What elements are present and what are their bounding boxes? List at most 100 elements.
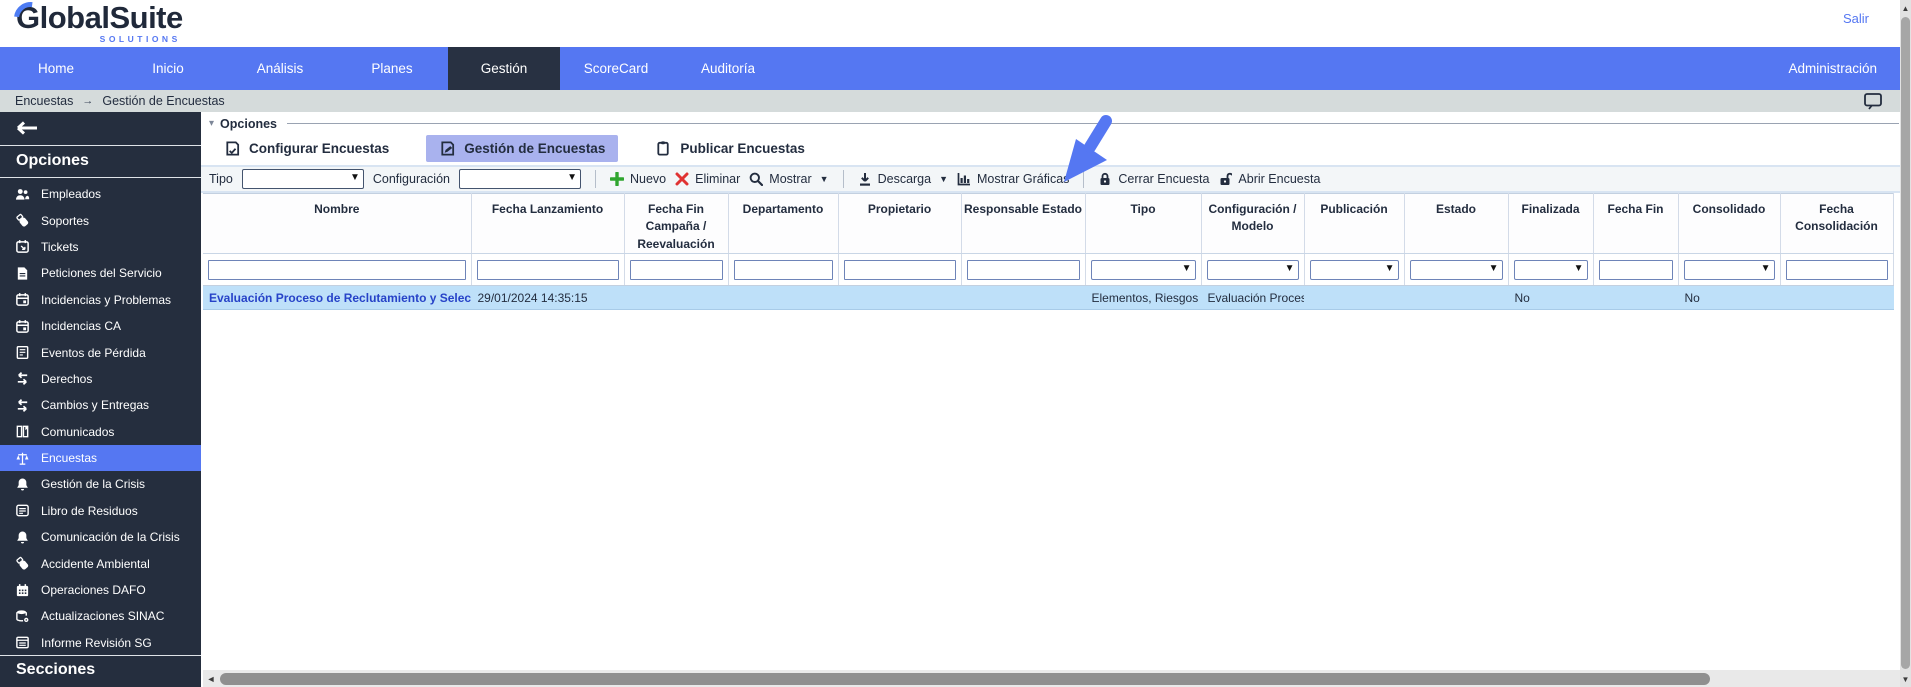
horizontal-scrollbar[interactable]: ◄ ► bbox=[203, 670, 1911, 687]
sidebar-item-comunicacion-de-la-crisis[interactable]: Comunicación de la Crisis bbox=[0, 524, 201, 550]
sidebar-item-derechos[interactable]: Derechos bbox=[0, 366, 201, 392]
tab-configurar-encuestas[interactable]: Configurar Encuestas bbox=[211, 135, 402, 162]
bell-icon bbox=[15, 477, 30, 492]
sidebar-item-actualizaciones-sinac[interactable]: Actualizaciones SINAC bbox=[0, 603, 201, 629]
button-label: Eliminar bbox=[695, 172, 741, 186]
sidebar-item-accidente-ambiental[interactable]: Accidente Ambiental bbox=[0, 550, 201, 576]
comment-help-icon[interactable] bbox=[1864, 92, 1883, 110]
sidebar-sections-title[interactable]: Secciones bbox=[0, 655, 201, 687]
filter-select-estado[interactable] bbox=[1409, 259, 1503, 280]
document-icon bbox=[15, 266, 30, 281]
filter-input-fecha-fin-campana-reevaluacion[interactable] bbox=[629, 259, 723, 280]
descarga-button[interactable]: Descarga ▼ bbox=[858, 172, 948, 186]
scroll-down-icon[interactable]: ▼ bbox=[1900, 671, 1911, 687]
filter-cell bbox=[624, 253, 729, 287]
vertical-scrollbar-thumb[interactable] bbox=[1901, 17, 1910, 669]
abrir-encuesta-button[interactable]: Abrir Encuesta bbox=[1218, 172, 1320, 186]
configuracion-select[interactable] bbox=[459, 169, 581, 189]
button-label: Mostrar bbox=[769, 172, 812, 186]
filter-select-configuracion-modelo[interactable] bbox=[1206, 259, 1299, 280]
sidebar-item-informe-revision-sg[interactable]: Informe Revisión SG bbox=[0, 630, 201, 655]
filter-select-finalizada[interactable] bbox=[1513, 259, 1588, 280]
nav-item-administracion[interactable]: Administración bbox=[1768, 47, 1903, 90]
column-header-finalizada[interactable]: Finalizada bbox=[1508, 192, 1594, 255]
nav-item-home[interactable]: Home bbox=[0, 47, 112, 90]
column-header-consolidado[interactable]: Consolidado bbox=[1678, 192, 1781, 255]
mostrar-button[interactable]: Mostrar ▼ bbox=[749, 172, 829, 186]
column-header-fecha-lanzamiento[interactable]: Fecha Lanzamiento bbox=[471, 192, 625, 255]
cerrar-encuesta-button[interactable]: Cerrar Encuesta bbox=[1098, 172, 1209, 186]
sidebar-item-operaciones-dafo[interactable]: Operaciones DAFO bbox=[0, 577, 201, 603]
nav-item-auditoria[interactable]: Auditoría bbox=[672, 47, 784, 90]
filter-input-propietario[interactable] bbox=[843, 259, 956, 280]
table-header-row: Nombre Fecha Lanzamiento Fecha Fin Campaña… bbox=[203, 192, 1894, 255]
options-section-label: Opciones bbox=[220, 116, 277, 131]
tab-publicar-encuestas[interactable]: Publicar Encuestas bbox=[642, 135, 818, 162]
scroll-left-icon[interactable]: ◄ bbox=[203, 670, 219, 687]
sidebar-item-label: Empleados bbox=[41, 187, 102, 202]
top-bar: GlobalSuite SOLUTIONS Salir bbox=[0, 0, 1911, 47]
button-label: Nuevo bbox=[630, 172, 667, 186]
sidebar-item-peticiones-del-servicio[interactable]: Peticiones del Servicio bbox=[0, 260, 201, 286]
sidebar-item-libro-de-residuos[interactable]: Libro de Residuos bbox=[0, 498, 201, 524]
column-header-publicacion[interactable]: Publicación bbox=[1304, 192, 1405, 255]
sidebar-item-empleados[interactable]: Empleados bbox=[0, 181, 201, 207]
filter-input-nombre[interactable] bbox=[208, 259, 466, 280]
column-header-fecha-fin[interactable]: Fecha Fin bbox=[1593, 192, 1679, 255]
sidebar-item-gestion-de-la-crisis[interactable]: Gestión de la Crisis bbox=[0, 471, 201, 497]
tab-gestion-de-encuestas[interactable]: Gestión de Encuestas bbox=[426, 135, 619, 162]
column-header-fecha-fin-campana-reevaluacion[interactable]: Fecha Fin Campaña / Reevaluación bbox=[624, 192, 729, 255]
sidebar-item-label: Incidencias CA bbox=[41, 319, 122, 334]
cell-nombre[interactable]: Evaluación Proceso de Reclutamiento y Se… bbox=[203, 285, 472, 311]
sidebar: Opciones Empleados Soportes Tickets Peticio… bbox=[0, 112, 201, 687]
sidebar-item-comunicados[interactable]: Comunicados bbox=[0, 419, 201, 445]
collapse-triangle-icon[interactable]: ▾ bbox=[209, 118, 214, 129]
logout-link[interactable]: Salir bbox=[1843, 11, 1869, 26]
horizontal-scrollbar-thumb[interactable] bbox=[220, 672, 1710, 685]
nav-item-gestion[interactable]: Gestión bbox=[448, 47, 560, 90]
nav-item-inicio[interactable]: Inicio bbox=[112, 47, 224, 90]
eliminar-button[interactable]: Eliminar bbox=[675, 172, 740, 186]
lock-closed-icon bbox=[1098, 172, 1112, 186]
column-header-responsable-estado[interactable]: Responsable Estado bbox=[961, 192, 1086, 255]
sidebar-item-encuestas[interactable]: Encuestas bbox=[0, 444, 201, 472]
filter-select-consolidado[interactable] bbox=[1683, 259, 1775, 280]
nuevo-button[interactable]: Nuevo bbox=[610, 172, 666, 186]
sidebar-item-tickets[interactable]: Tickets bbox=[0, 234, 201, 260]
nav-item-scorecard[interactable]: ScoreCard bbox=[560, 47, 672, 90]
scales-icon bbox=[15, 451, 30, 466]
filter-input-fecha-consolidacion[interactable] bbox=[1785, 259, 1888, 280]
sidebar-item-incidencias-ca[interactable]: Incidencias CA bbox=[0, 313, 201, 339]
plus-icon bbox=[610, 172, 624, 186]
nav-item-planes[interactable]: Planes bbox=[336, 47, 448, 90]
filter-input-departamento[interactable] bbox=[733, 259, 833, 280]
tipo-select[interactable] bbox=[241, 169, 364, 189]
sidebar-item-incidencias-y-problemas[interactable]: Incidencias y Problemas bbox=[0, 287, 201, 313]
filter-input-fecha-fin[interactable] bbox=[1598, 259, 1673, 280]
mostrar-graficas-button[interactable]: Mostrar Gráficas bbox=[957, 172, 1069, 186]
filter-select-publicacion[interactable] bbox=[1309, 259, 1399, 280]
breadcrumb-encuestas[interactable]: Encuestas bbox=[15, 94, 73, 108]
column-header-nombre[interactable]: Nombre bbox=[203, 192, 472, 255]
column-header-estado[interactable]: Estado bbox=[1404, 192, 1509, 255]
filter-select-tipo[interactable] bbox=[1090, 259, 1196, 280]
sidebar-item-label: Operaciones DAFO bbox=[41, 583, 146, 598]
sidebar-item-soportes[interactable]: Soportes bbox=[0, 207, 201, 233]
cell-tipo: Elementos, Riesgos y C bbox=[1085, 285, 1202, 311]
filter-input-fecha-lanzamiento[interactable] bbox=[476, 259, 619, 280]
table-row[interactable]: Evaluación Proceso de Reclutamiento y Se… bbox=[203, 285, 1894, 311]
column-header-propietario[interactable]: Propietario bbox=[838, 192, 962, 255]
column-header-tipo[interactable]: Tipo bbox=[1085, 192, 1202, 255]
tab-bar: Configurar Encuestas Gestión de Encuestas… bbox=[201, 132, 1911, 165]
scroll-up-icon[interactable]: ▲ bbox=[1900, 0, 1911, 16]
column-header-configuracion-modelo[interactable]: Configuración / Modelo bbox=[1201, 192, 1305, 255]
database-gear-icon bbox=[15, 609, 30, 624]
sidebar-item-cambios-y-entregas[interactable]: Cambios y Entregas bbox=[0, 392, 201, 418]
sidebar-item-eventos-de-perdida[interactable]: Eventos de Pérdida bbox=[0, 339, 201, 365]
vertical-scrollbar[interactable]: ▲ ▼ bbox=[1900, 0, 1911, 687]
filter-input-responsable-estado[interactable] bbox=[966, 259, 1080, 280]
nav-item-analisis[interactable]: Análisis bbox=[224, 47, 336, 90]
column-header-departamento[interactable]: Departamento bbox=[728, 192, 839, 255]
column-header-fecha-consolidacion[interactable]: Fecha Consolidación bbox=[1780, 192, 1894, 255]
sidebar-collapse-button[interactable] bbox=[0, 112, 201, 145]
